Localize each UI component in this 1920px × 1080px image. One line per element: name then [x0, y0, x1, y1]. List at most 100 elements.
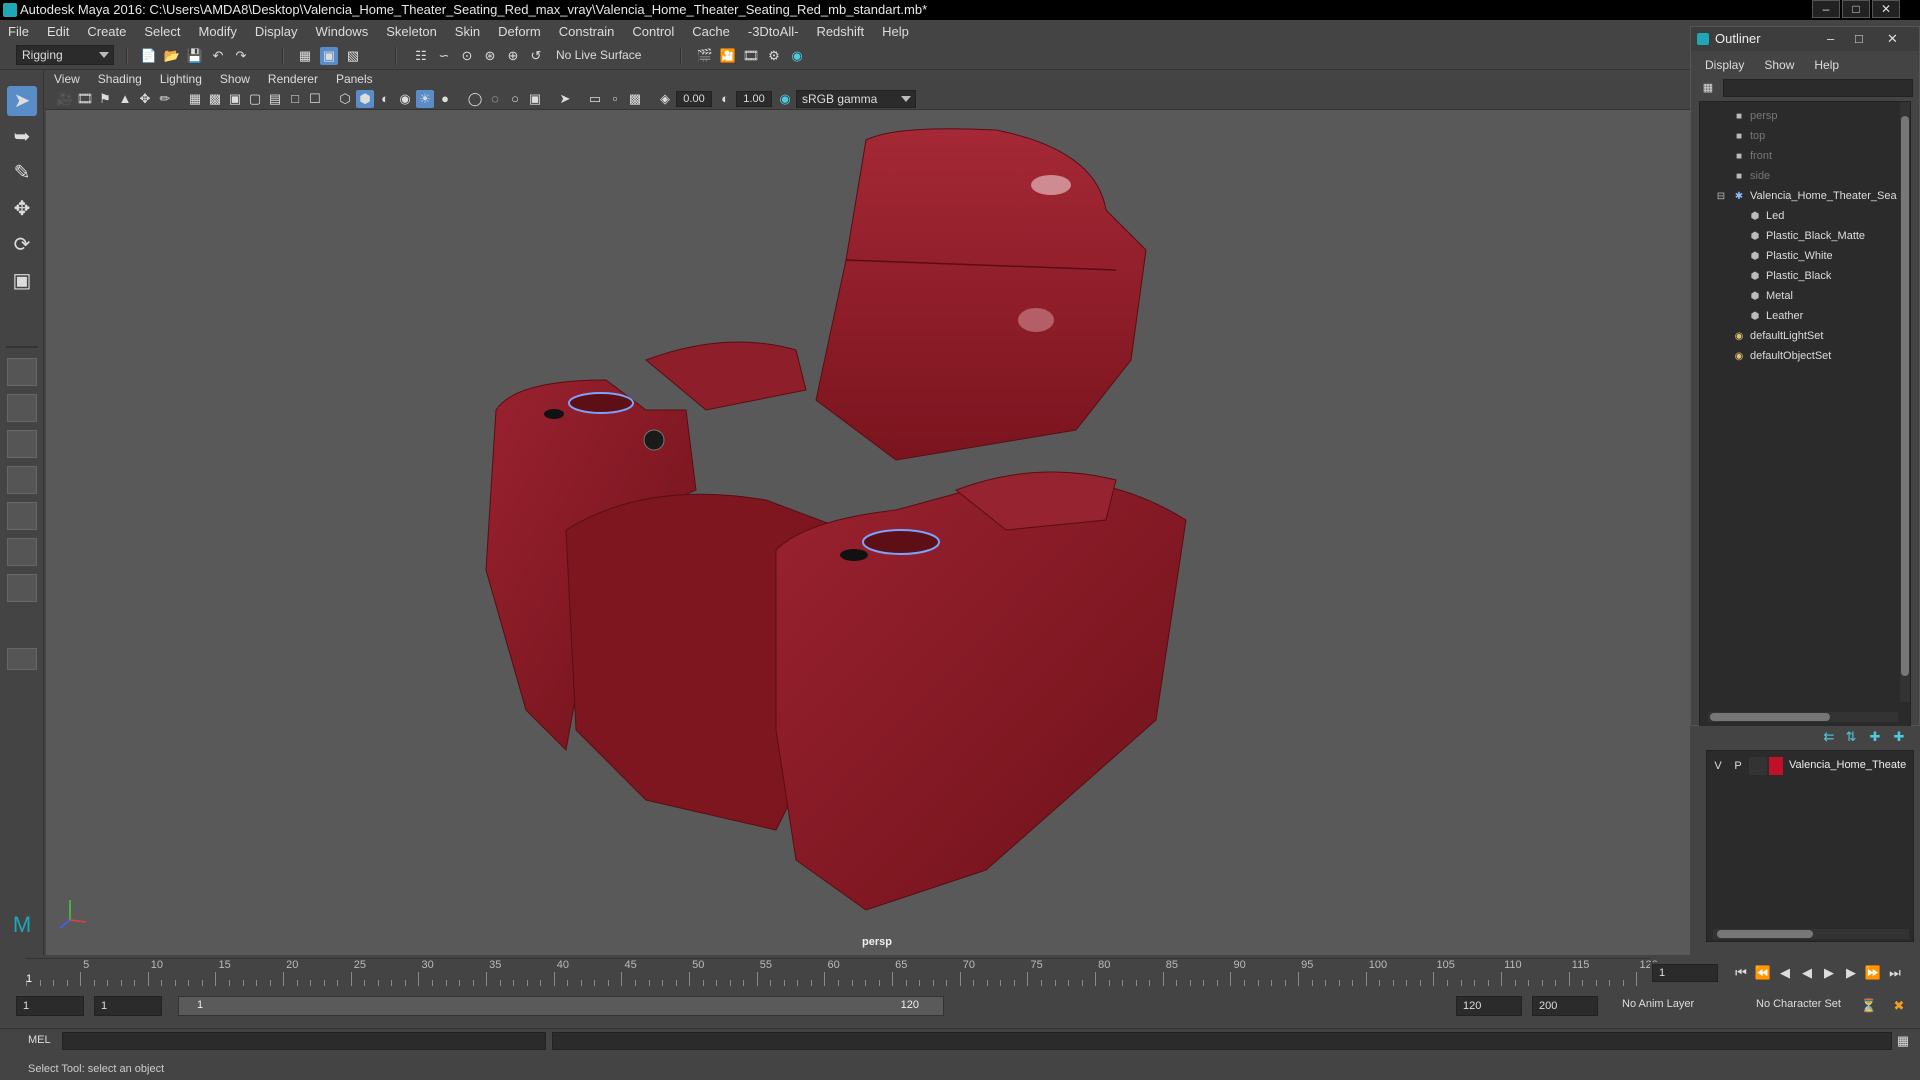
color-management-icon[interactable]: ◉	[776, 90, 794, 108]
hypershade-layout-icon[interactable]	[7, 538, 37, 566]
outliner-item[interactable]: ⬢ Plastic_Black_Matte	[1748, 226, 1865, 246]
panel-menu-panels[interactable]: Panels	[336, 72, 373, 86]
select-hierarchy-icon[interactable]: ▦	[296, 47, 314, 65]
lasso-tool-icon[interactable]: ➥	[7, 122, 37, 152]
graph-layout-icon[interactable]	[7, 502, 37, 530]
menu-file[interactable]: File	[8, 24, 29, 39]
move-tool-icon[interactable]: ✥	[7, 194, 37, 224]
ipr-render-icon[interactable]: 🎞	[742, 47, 760, 65]
layer-move-up-icon[interactable]: ⇇	[1820, 728, 1838, 746]
outliner-filter-icon[interactable]: ▦	[1699, 79, 1717, 97]
step-forward-icon[interactable]: ⏩	[1864, 964, 1882, 982]
time-ruler[interactable]: 5 10 15 20 25 30 35 40 45 50 55 60 65 70 75 80 85 90 95 100…	[26, 958, 1658, 986]
xray-icon[interactable]: ▭	[586, 90, 604, 108]
redo-icon[interactable]: ↷	[232, 47, 250, 65]
camera-select-icon[interactable]: 🎥	[56, 90, 74, 108]
panel-menu-lighting[interactable]: Lighting	[160, 72, 202, 86]
grid-icon[interactable]: ▦	[186, 90, 204, 108]
select-component-icon[interactable]: ▧	[344, 47, 362, 65]
open-scene-icon[interactable]: 📂	[163, 47, 181, 65]
xray-components-icon[interactable]: ▩	[626, 90, 644, 108]
outliner-item[interactable]: ◉ defaultLightSet	[1732, 326, 1824, 346]
select-tool-icon[interactable]: ➤	[7, 86, 37, 116]
menu-skeleton[interactable]: Skeleton	[386, 24, 437, 39]
single-pane-layout-icon[interactable]	[7, 358, 37, 386]
two-pane-layout-icon[interactable]	[7, 430, 37, 458]
exposure-field[interactable]: 0.00	[676, 91, 712, 107]
safe-action-icon[interactable]: □	[286, 90, 304, 108]
safe-title-icon[interactable]: ☐	[306, 90, 324, 108]
wireframe-on-shaded-icon[interactable]: ◐	[376, 90, 394, 108]
panel-menu-renderer[interactable]: Renderer	[268, 72, 318, 86]
film-gate-icon[interactable]: ▩	[206, 90, 224, 108]
outliner-restore-icon[interactable]: □	[1855, 27, 1863, 51]
mel-label[interactable]: MEL	[28, 1034, 51, 1046]
menu-windows[interactable]: Windows	[315, 24, 368, 39]
outliner-menu-show[interactable]: Show	[1764, 58, 1794, 72]
outliner-item[interactable]: ⬢ Leather	[1748, 306, 1804, 326]
outliner-hscroll[interactable]	[1708, 712, 1898, 722]
motion-blur-icon[interactable]: ◌	[486, 90, 504, 108]
perspective-viewport[interactable]: persp	[46, 110, 1690, 955]
step-back-icon[interactable]: ⏪	[1754, 964, 1772, 982]
snap-live-icon[interactable]: ↺	[527, 47, 545, 65]
outliner-search-input[interactable]	[1723, 79, 1913, 97]
wireframe-icon[interactable]: ⬡	[336, 90, 354, 108]
new-scene-icon[interactable]: 📄	[140, 47, 158, 65]
outliner-item[interactable]: ■ top	[1732, 126, 1765, 146]
time-slider[interactable]: 5 10 15 20 25 30 35 40 45 50 55 60 65 70 75 80 85 90 95 100…	[0, 955, 1690, 987]
outliner-layout-icon[interactable]	[7, 466, 37, 494]
shadows-icon[interactable]: ●	[436, 90, 454, 108]
live-surface-field[interactable]: No Live Surface	[551, 46, 655, 66]
menu-help[interactable]: Help	[882, 24, 909, 39]
auto-key-icon[interactable]: ⏳	[1860, 997, 1878, 1015]
menu-create[interactable]: Create	[87, 24, 126, 39]
go-to-start-icon[interactable]: ⏮	[1732, 964, 1750, 982]
layer-name[interactable]: Valencia_Home_Theate	[1789, 759, 1906, 771]
isolate-select-icon[interactable]: ➤	[556, 90, 574, 108]
menu-modify[interactable]: Modify	[199, 24, 237, 39]
range-slider[interactable]: 1 120	[178, 996, 944, 1016]
menu-deform[interactable]: Deform	[498, 24, 541, 39]
mode-selector[interactable]: Rigging	[16, 45, 114, 65]
outliner-item[interactable]: ⬢ Plastic_White	[1748, 246, 1833, 266]
resolution-gate-icon[interactable]: ▣	[226, 90, 244, 108]
menu-skin[interactable]: Skin	[455, 24, 480, 39]
start-time-field[interactable]: 1	[16, 996, 84, 1016]
menu-constrain[interactable]: Constrain	[559, 24, 615, 39]
playback-start-field[interactable]: 1	[94, 996, 162, 1016]
panel-menu-view[interactable]: View	[54, 72, 80, 86]
prev-key-icon[interactable]: ◀	[1776, 964, 1794, 982]
panel-menu-shading[interactable]: Shading	[98, 72, 142, 86]
render-settings-icon[interactable]: ⚙	[765, 47, 783, 65]
outliner-minimize-icon[interactable]: –	[1827, 27, 1834, 51]
menu-3dtoall[interactable]: -3DtoAll-	[748, 24, 799, 39]
go-to-end-icon[interactable]: ⏭	[1886, 964, 1904, 982]
render-sequence-icon[interactable]: 🎦	[719, 47, 737, 65]
play-forward-icon[interactable]: ▶	[1820, 964, 1838, 982]
command-input[interactable]	[62, 1032, 546, 1050]
new-layer-selected-icon[interactable]: ✚	[1890, 728, 1908, 746]
outliner-vscroll[interactable]	[1900, 102, 1910, 702]
layer-move-down-icon[interactable]: ⇅	[1842, 728, 1860, 746]
textured-icon[interactable]: ◉	[396, 90, 414, 108]
menu-display[interactable]: Display	[255, 24, 298, 39]
snap-surface-icon[interactable]: ⊕	[504, 47, 522, 65]
layer-display-type[interactable]	[1749, 757, 1767, 775]
outliner-item[interactable]: ⬢ Metal	[1748, 286, 1793, 306]
save-scene-icon[interactable]: 💾	[186, 47, 204, 65]
end-time-field[interactable]: 200	[1532, 996, 1598, 1016]
close-icon[interactable]: ✕	[1872, 0, 1900, 18]
colorspace-selector[interactable]: sRGB gamma	[796, 90, 916, 108]
image-plane-icon[interactable]: ▲	[116, 90, 134, 108]
bookmark-icon[interactable]: ⚑	[96, 90, 114, 108]
character-set-selector[interactable]: No Character Set	[1756, 998, 1866, 1016]
layer-color-swatch[interactable]	[1769, 757, 1783, 775]
gamma-icon[interactable]: ◐	[716, 90, 734, 108]
snap-curve-icon[interactable]: ∽	[435, 47, 453, 65]
playback-end-field[interactable]: 120	[1456, 996, 1522, 1016]
2d-pan-icon[interactable]: ✥	[136, 90, 154, 108]
field-chart-icon[interactable]: ▤	[266, 90, 284, 108]
minimize-icon[interactable]: –	[1812, 0, 1840, 18]
new-layer-icon[interactable]: ✚	[1866, 728, 1884, 746]
